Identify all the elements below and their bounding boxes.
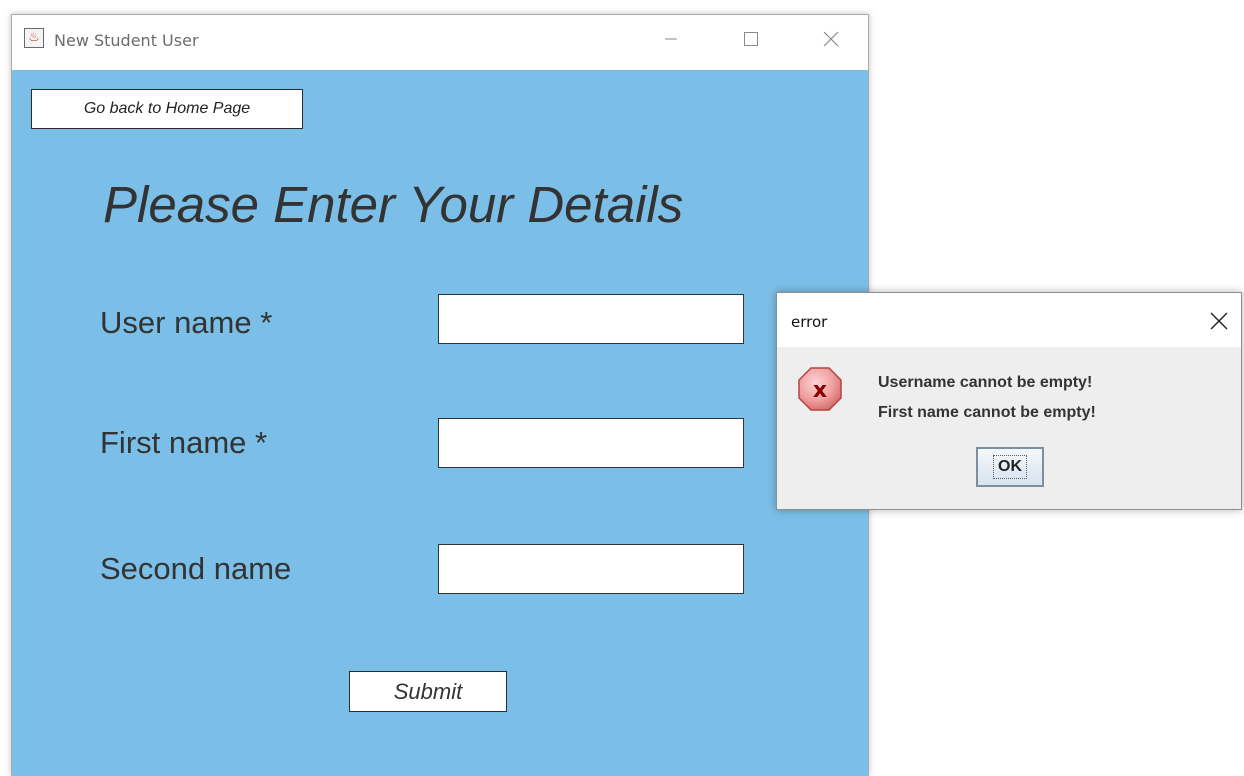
dialog-title: error	[791, 313, 828, 331]
first-name-input[interactable]	[438, 418, 744, 468]
error-x-icon: x	[798, 367, 842, 411]
main-window: ♨ New Student User Go back to Home Page …	[11, 14, 869, 776]
dialog-close-button[interactable]	[1203, 305, 1235, 337]
error-message-username: Username cannot be empty!	[878, 374, 1093, 391]
go-home-button[interactable]: Go back to Home Page	[31, 89, 303, 129]
java-app-icon: ♨	[24, 28, 44, 48]
minimize-button[interactable]	[648, 23, 694, 55]
first-name-label: First name *	[100, 425, 268, 460]
maximize-button[interactable]	[728, 23, 774, 55]
close-button[interactable]	[808, 23, 854, 55]
maximize-icon	[744, 32, 758, 46]
username-input[interactable]	[438, 294, 744, 344]
dialog-titlebar[interactable]: error	[777, 293, 1241, 347]
svg-text:x: x	[813, 378, 827, 403]
minimize-icon	[665, 38, 677, 40]
close-icon	[1210, 312, 1228, 330]
second-name-input[interactable]	[438, 544, 744, 594]
window-titlebar[interactable]: ♨ New Student User	[12, 15, 868, 70]
close-icon	[823, 31, 839, 47]
error-dialog: error x Username cannot be empty! First …	[776, 292, 1242, 510]
window-title: New Student User	[54, 31, 199, 50]
page-title: Please Enter Your Details	[103, 176, 684, 233]
ok-button-label: OK	[993, 455, 1027, 479]
username-label: User name *	[100, 305, 273, 340]
second-name-label: Second name	[100, 551, 292, 586]
error-message-first-name: First name cannot be empty!	[878, 404, 1096, 421]
ok-button[interactable]: OK	[976, 447, 1044, 487]
submit-button[interactable]: Submit	[349, 671, 507, 712]
